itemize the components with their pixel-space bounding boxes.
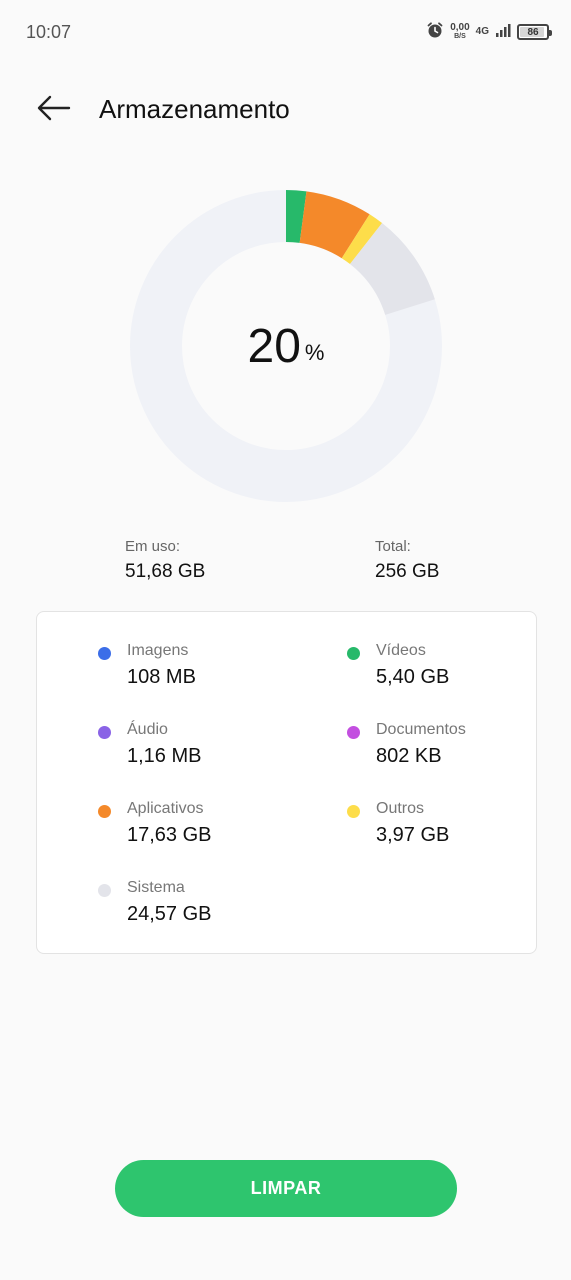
- category-audio[interactable]: Áudio 1,16 MB: [98, 721, 327, 781]
- status-time: 10:07: [26, 22, 72, 42]
- categories-card: Imagens 108 MB Vídeos 5,40 GB Áudio 1,16…: [36, 611, 537, 954]
- used-value: 51,68 GB: [125, 561, 206, 582]
- category-name: Outros: [376, 800, 425, 817]
- used-summary: Em uso: 51,68 GB: [125, 538, 205, 583]
- category-size: 3,97 GB: [376, 824, 450, 846]
- category-color-dot: [347, 805, 360, 818]
- net-speed: 0,00 B/S: [450, 23, 469, 41]
- usage-percent: 20 %: [130, 190, 442, 502]
- category-system[interactable]: Sistema 24,57 GB: [98, 879, 327, 939]
- category-color-dot: [98, 805, 111, 818]
- category-color-dot: [98, 726, 111, 739]
- category-size: 108 MB: [127, 666, 196, 688]
- used-label: Em uso:: [125, 538, 181, 555]
- category-name: Vídeos: [376, 642, 426, 659]
- category-size: 802 KB: [376, 745, 442, 767]
- category-documents[interactable]: Documentos 802 KB: [347, 721, 571, 781]
- net-speed-value: 0,00: [450, 22, 470, 33]
- category-name: Imagens: [127, 642, 189, 659]
- category-name: Sistema: [127, 879, 185, 896]
- battery-level-text: 86: [527, 26, 539, 38]
- category-name: Documentos: [376, 721, 466, 738]
- category-others[interactable]: Outros 3,97 GB: [347, 800, 571, 860]
- category-color-dot: [347, 726, 360, 739]
- category-size: 1,16 MB: [127, 745, 202, 767]
- category-apps[interactable]: Aplicativos 17,63 GB: [98, 800, 327, 860]
- header: Armazenamento: [0, 80, 571, 140]
- category-size: 24,57 GB: [127, 903, 212, 925]
- total-label: Total:: [375, 538, 411, 555]
- signal-bars-icon: [495, 22, 511, 43]
- network-type: 4G: [475, 26, 489, 37]
- status-bar: 10:07 0,00 B/S 4G 86: [0, 0, 571, 64]
- total-value: 256 GB: [375, 561, 440, 582]
- category-color-dot: [347, 647, 360, 660]
- status-icons: 0,00 B/S 4G 86: [426, 20, 552, 44]
- net-speed-unit: B/S: [454, 33, 466, 40]
- storage-donut-chart: 20 %: [130, 190, 442, 502]
- usage-percent-value: 20: [247, 319, 301, 373]
- total-summary: Total: 256 GB: [375, 538, 439, 583]
- battery-icon: 86: [517, 24, 552, 40]
- category-size: 5,40 GB: [376, 666, 450, 688]
- category-name: Aplicativos: [127, 800, 204, 817]
- page-title: Armazenamento: [99, 94, 290, 124]
- alarm-icon: [426, 21, 444, 44]
- arrow-left-icon: [37, 95, 71, 126]
- clean-button[interactable]: LIMPAR: [115, 1160, 457, 1217]
- usage-percent-sign: %: [304, 340, 325, 365]
- category-images[interactable]: Imagens 108 MB: [98, 642, 327, 702]
- category-color-dot: [98, 884, 111, 897]
- category-color-dot: [98, 647, 111, 660]
- category-videos[interactable]: Vídeos 5,40 GB: [347, 642, 571, 702]
- category-name: Áudio: [127, 721, 168, 738]
- back-button[interactable]: [30, 90, 78, 130]
- category-size: 17,63 GB: [127, 824, 212, 846]
